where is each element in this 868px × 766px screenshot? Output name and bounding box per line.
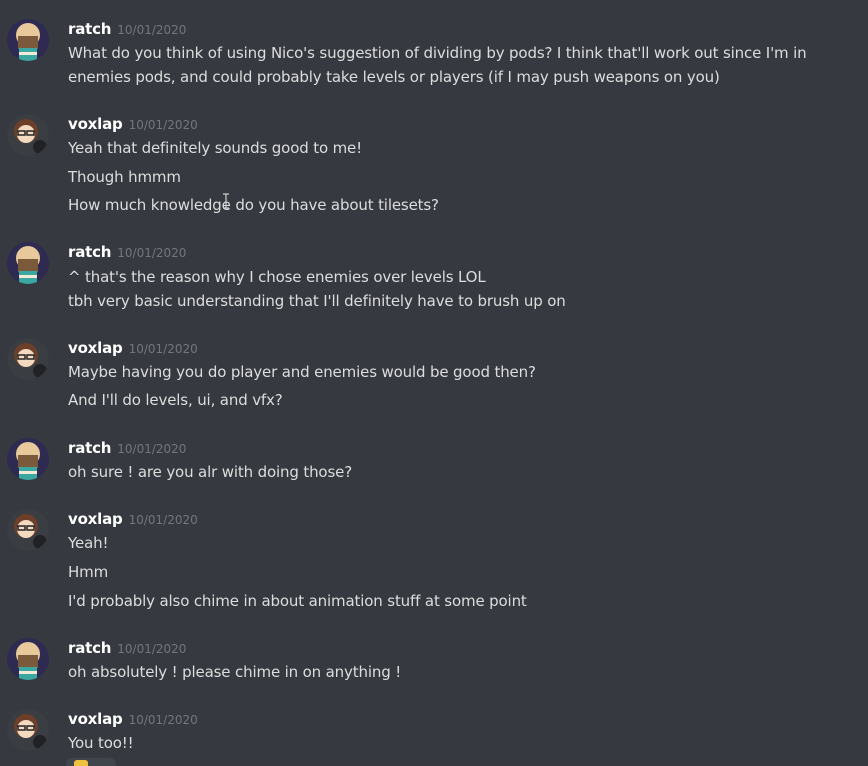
message-text: Yeah that definitely sounds good to me! bbox=[68, 139, 362, 157]
message-text: What do you think of using Nico's sugges… bbox=[68, 44, 807, 62]
thumbs-up-icon bbox=[74, 760, 88, 766]
message-text: oh absolutely ! please chime in on anyth… bbox=[68, 663, 402, 681]
timestamp[interactable]: 10/01/2020 bbox=[129, 342, 198, 356]
message-text: You too!! bbox=[68, 734, 134, 752]
timestamp[interactable]: 10/01/2020 bbox=[129, 713, 198, 727]
timestamp[interactable]: 10/01/2020 bbox=[129, 118, 198, 132]
username[interactable]: voxlap bbox=[68, 339, 123, 357]
avatar[interactable] bbox=[7, 19, 49, 61]
voxlap-avatar-icon bbox=[7, 509, 49, 551]
voxlap-avatar-icon bbox=[7, 709, 49, 751]
username[interactable]: ratch bbox=[68, 439, 111, 457]
ratch-avatar-icon bbox=[7, 438, 49, 480]
message-text: enemies pods, and could probably take le… bbox=[68, 68, 720, 86]
message-text: ^ that's the reason why I chose enemies … bbox=[68, 268, 486, 286]
message-text: Though hmmm bbox=[68, 168, 181, 186]
avatar[interactable] bbox=[7, 242, 49, 284]
avatar[interactable] bbox=[7, 638, 49, 680]
message-text: oh sure ! are you alr with doing those? bbox=[68, 463, 353, 481]
username[interactable]: voxlap bbox=[68, 510, 123, 528]
message-header: ratch 10/01/2020 bbox=[68, 638, 186, 660]
message-text: And I'll do levels, ui, and vfx? bbox=[68, 391, 283, 409]
message-header: voxlap 10/01/2020 bbox=[68, 709, 198, 731]
message-text: Maybe having you do player and enemies w… bbox=[68, 363, 536, 381]
avatar[interactable] bbox=[7, 438, 49, 480]
message-header: ratch 10/01/2020 bbox=[68, 19, 186, 41]
timestamp[interactable]: 10/01/2020 bbox=[117, 642, 186, 656]
avatar[interactable] bbox=[7, 114, 49, 156]
message-header: ratch 10/01/2020 bbox=[68, 438, 186, 460]
ratch-avatar-icon bbox=[7, 19, 49, 61]
message-text: I'd probably also chime in about animati… bbox=[68, 592, 527, 610]
avatar[interactable] bbox=[7, 709, 49, 751]
username[interactable]: ratch bbox=[68, 20, 111, 38]
avatar[interactable] bbox=[7, 338, 49, 380]
avatar[interactable] bbox=[7, 509, 49, 551]
message-text: How much knowledge do you have about til… bbox=[68, 196, 439, 214]
timestamp[interactable]: 10/01/2020 bbox=[129, 513, 198, 527]
message-header: voxlap 10/01/2020 bbox=[68, 114, 198, 136]
message-text: Hmm bbox=[68, 563, 109, 581]
username[interactable]: voxlap bbox=[68, 115, 123, 133]
message-header: voxlap 10/01/2020 bbox=[68, 509, 198, 531]
username[interactable]: ratch bbox=[68, 639, 111, 657]
message-text: Yeah! bbox=[68, 534, 109, 552]
message-text: tbh very basic understanding that I'll d… bbox=[68, 292, 566, 310]
username[interactable]: voxlap bbox=[68, 710, 123, 728]
timestamp[interactable]: 10/01/2020 bbox=[117, 23, 186, 37]
voxlap-avatar-icon bbox=[7, 114, 49, 156]
ratch-avatar-icon bbox=[7, 638, 49, 680]
voxlap-avatar-icon bbox=[7, 338, 49, 380]
ratch-avatar-icon bbox=[7, 242, 49, 284]
timestamp[interactable]: 10/01/2020 bbox=[117, 442, 186, 456]
message-header: voxlap 10/01/2020 bbox=[68, 338, 198, 360]
timestamp[interactable]: 10/01/2020 bbox=[117, 246, 186, 260]
text-cursor-icon bbox=[223, 193, 229, 209]
message-header: ratch 10/01/2020 bbox=[68, 242, 186, 264]
reaction-button[interactable] bbox=[66, 758, 116, 766]
username[interactable]: ratch bbox=[68, 243, 111, 261]
